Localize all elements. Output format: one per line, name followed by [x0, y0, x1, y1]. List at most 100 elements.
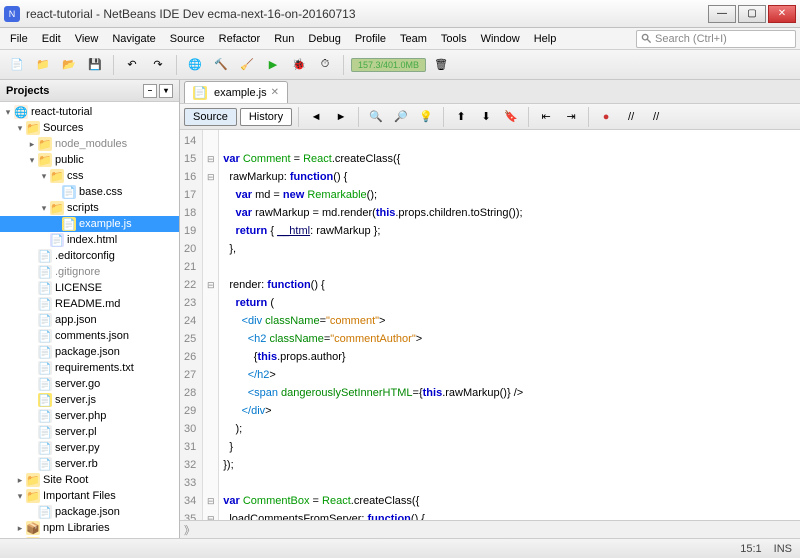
open-button[interactable]: 📂 [58, 54, 80, 76]
menu-bar: File Edit View Navigate Source Refactor … [0, 28, 800, 50]
tab-label: example.js [214, 87, 267, 99]
tree-scripts[interactable]: ▾📁scripts [0, 200, 179, 216]
uncomment-button[interactable]: /‪/ [645, 106, 667, 128]
nav-forward-button[interactable]: ► [330, 106, 352, 128]
tree-site-root[interactable]: ▸📁Site Root [0, 472, 179, 488]
tree-license[interactable]: 📄LICENSE [0, 280, 179, 296]
menu-team[interactable]: Team [394, 31, 433, 47]
tree-css[interactable]: ▾📁css [0, 168, 179, 184]
tab-close-icon[interactable]: ✕ [271, 87, 279, 98]
macro-record-button[interactable]: ● [595, 106, 617, 128]
menu-source[interactable]: Source [164, 31, 211, 47]
menu-help[interactable]: Help [528, 31, 563, 47]
nav-back-button[interactable]: ◄ [305, 106, 327, 128]
menu-profile[interactable]: Profile [349, 31, 392, 47]
save-all-button[interactable]: 💾 [84, 54, 106, 76]
menu-refactor[interactable]: Refactor [213, 31, 267, 47]
toolbar-separator [528, 107, 529, 127]
tree-readme[interactable]: 📄README.md [0, 296, 179, 312]
editor-bottom-nav: 》 [180, 520, 800, 538]
tree-editorconfig[interactable]: 📄.editorconfig [0, 248, 179, 264]
tree-requirements[interactable]: 📄requirements.txt [0, 360, 179, 376]
clean-build-button[interactable]: 🧹 [236, 54, 258, 76]
menu-window[interactable]: Window [475, 31, 526, 47]
menu-tools[interactable]: Tools [435, 31, 473, 47]
tree-server-go[interactable]: 📄server.go [0, 376, 179, 392]
js-file-icon: 📄 [193, 86, 207, 100]
tree-node-modules[interactable]: ▸📁node_modules [0, 136, 179, 152]
run-button[interactable]: ▶ [262, 54, 284, 76]
find-selection-button[interactable]: 🔍 [365, 106, 387, 128]
toggle-highlight-button[interactable]: 💡 [415, 106, 437, 128]
new-project-button[interactable]: 📁 [32, 54, 54, 76]
tree-base-css[interactable]: 📄base.css [0, 184, 179, 200]
tree-project-root[interactable]: ▾🌐react-tutorial [0, 104, 179, 120]
toggle-bookmark-button[interactable]: 🔖 [500, 106, 522, 128]
tree-server-pl[interactable]: 📄server.pl [0, 424, 179, 440]
close-button[interactable]: ✕ [768, 5, 796, 23]
toolbar-separator [113, 55, 114, 75]
shift-left-button[interactable]: ⇤ [535, 106, 557, 128]
status-bar: 15:1 INS [0, 538, 800, 558]
minimize-button[interactable]: — [708, 5, 736, 23]
menu-navigate[interactable]: Navigate [106, 31, 161, 47]
code-editor[interactable]: 1415161718192021222324252627282930313233… [180, 130, 800, 520]
tree-example-js[interactable]: 📄example.js [0, 216, 179, 232]
tree-server-py[interactable]: 📄server.py [0, 440, 179, 456]
new-file-button[interactable]: 📄 [6, 54, 28, 76]
prev-bookmark-button[interactable]: ⬆ [450, 106, 472, 128]
search-icon [641, 33, 652, 44]
toolbar-separator [443, 107, 444, 127]
tree-index-html[interactable]: 📄index.html [0, 232, 179, 248]
debug-button[interactable]: 🐞 [288, 54, 310, 76]
menu-run[interactable]: Run [268, 31, 300, 47]
fold-gutter[interactable]: ⊟⊟⊟⊟⊟ [203, 130, 219, 520]
browser-chrome-icon[interactable]: 🌐 [184, 54, 206, 76]
find-prev-button[interactable]: 🔎 [390, 106, 412, 128]
project-tree[interactable]: ▾🌐react-tutorial ▾📁Sources ▸📁node_module… [0, 102, 179, 538]
menu-debug[interactable]: Debug [302, 31, 346, 47]
next-bookmark-button[interactable]: ⬇ [475, 106, 497, 128]
line-number-gutter[interactable]: 1415161718192021222324252627282930313233… [180, 130, 203, 520]
tree-server-php[interactable]: 📄server.php [0, 408, 179, 424]
tree-server-js[interactable]: 📄server.js [0, 392, 179, 408]
tree-gitignore[interactable]: 📄.gitignore [0, 264, 179, 280]
tree-package-json[interactable]: 📄package.json [0, 344, 179, 360]
comment-button[interactable]: // [620, 106, 642, 128]
tree-app-json[interactable]: 📄app.json [0, 312, 179, 328]
main-toolbar: 📄 📁 📂 💾 ↶ ↷ 🌐 🔨 🧹 ▶ 🐞 ⏱ 157.3/401.0MB 🗑 [0, 50, 800, 80]
build-button[interactable]: 🔨 [210, 54, 232, 76]
editor-tabs: 📄 example.js ✕ [180, 80, 800, 104]
memory-indicator[interactable]: 157.3/401.0MB [351, 58, 426, 72]
panel-options-icon[interactable]: ▾ [159, 84, 173, 98]
redo-button[interactable]: ↷ [147, 54, 169, 76]
shift-right-button[interactable]: ⇥ [560, 106, 582, 128]
menu-edit[interactable]: Edit [36, 31, 67, 47]
quick-search-input[interactable]: Search (Ctrl+I) [636, 30, 796, 48]
nav-collapse-icon[interactable]: 》 [184, 522, 195, 538]
maximize-button[interactable]: ▢ [738, 5, 766, 23]
panel-minimize-icon[interactable]: – [143, 84, 157, 98]
editor-area: 📄 example.js ✕ Source History ◄ ► 🔍 🔎 💡 … [180, 80, 800, 538]
code-lines[interactable]: var Comment = React.createClass({ rawMar… [219, 130, 800, 520]
tree-public[interactable]: ▾📁public [0, 152, 179, 168]
tree-sources[interactable]: ▾📁Sources [0, 120, 179, 136]
source-view-button[interactable]: Source [184, 108, 237, 126]
tree-important-files[interactable]: ▾📁Important Files [0, 488, 179, 504]
toolbar-separator [358, 107, 359, 127]
tree-server-rb[interactable]: 📄server.rb [0, 456, 179, 472]
toolbar-separator [176, 55, 177, 75]
cursor-position: 15:1 [740, 543, 761, 555]
menu-view[interactable]: View [69, 31, 105, 47]
tree-pkg-json2[interactable]: 📄package.json [0, 504, 179, 520]
history-view-button[interactable]: History [240, 108, 292, 126]
editor-toolbar: Source History ◄ ► 🔍 🔎 💡 ⬆ ⬇ 🔖 ⇤ ⇥ ● // … [180, 104, 800, 130]
profile-button[interactable]: ⏱ [314, 54, 336, 76]
tree-npm-libraries[interactable]: ▸📦npm Libraries [0, 520, 179, 536]
menu-file[interactable]: File [4, 31, 34, 47]
undo-button[interactable]: ↶ [121, 54, 143, 76]
editor-tab-example[interactable]: 📄 example.js ✕ [184, 81, 288, 103]
tree-comments-json[interactable]: 📄comments.json [0, 328, 179, 344]
gc-button[interactable]: 🗑 [430, 54, 452, 76]
projects-panel-header: Projects – ▾ [0, 80, 179, 102]
